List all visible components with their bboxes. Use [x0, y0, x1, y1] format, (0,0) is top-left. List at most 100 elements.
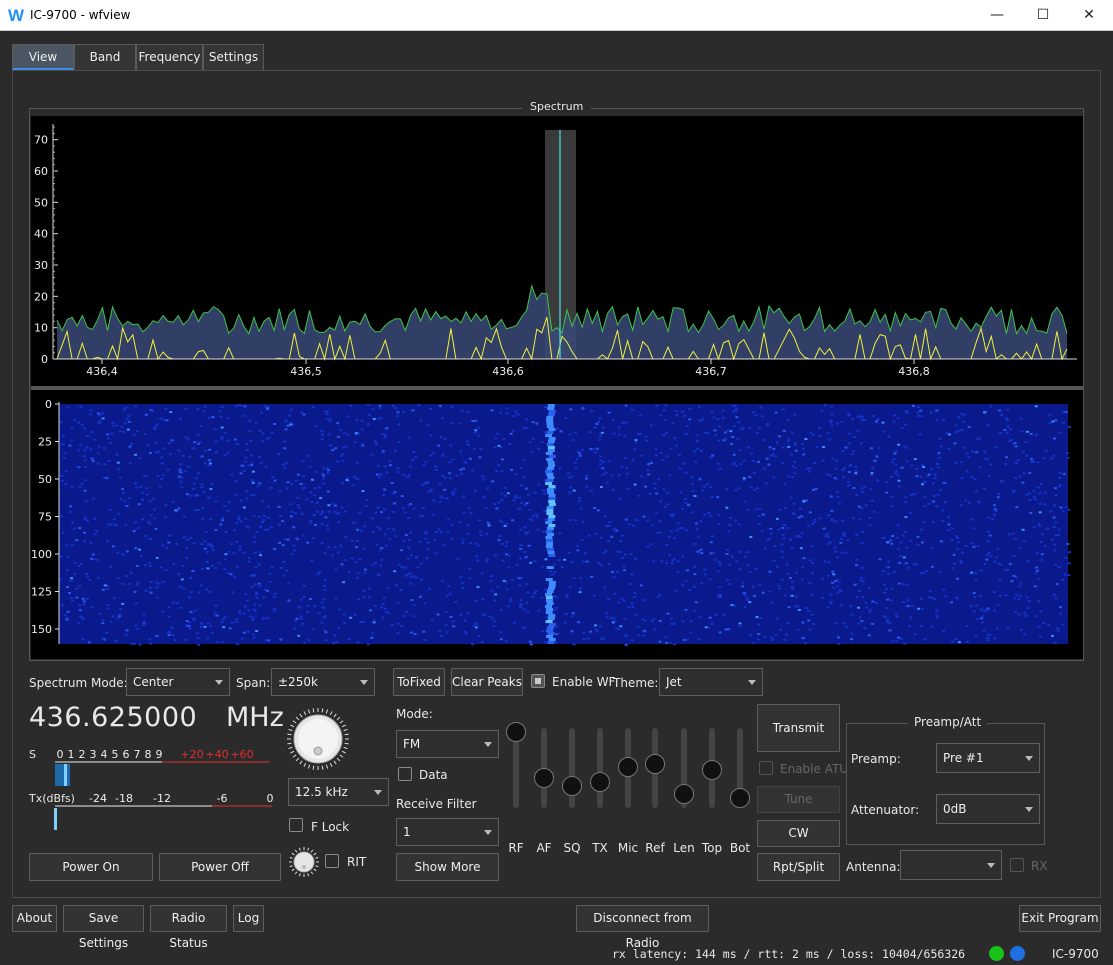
waterfall-pixel — [412, 615, 416, 618]
waterfall-pixel — [691, 483, 695, 486]
waterfall-pixel — [283, 467, 287, 470]
waterfall-pixel — [960, 428, 964, 431]
waterfall-pixel — [98, 612, 102, 615]
rit-knob-icon[interactable] — [288, 846, 320, 878]
about-button[interactable]: About — [12, 905, 57, 932]
waterfall-pixel — [698, 476, 702, 479]
waterfall-pixel — [204, 449, 207, 452]
signal-trace — [547, 491, 555, 494]
flock-checkbox[interactable] — [289, 818, 303, 832]
theme-select[interactable]: Jet — [659, 668, 763, 696]
attenuator-select[interactable]: 0dB — [936, 794, 1040, 824]
mode-select[interactable]: FM — [396, 730, 499, 758]
rit-checkbox[interactable] — [325, 854, 339, 868]
waterfall-pixel — [420, 578, 423, 581]
waterfall-pixel — [148, 586, 152, 589]
slider-handle-ref[interactable] — [645, 754, 665, 774]
waterfall-pixel — [639, 414, 643, 417]
antenna-select[interactable] — [900, 850, 1002, 880]
show-more-button[interactable]: Show More — [396, 853, 499, 881]
waterfall-pixel — [746, 564, 750, 567]
waterfall-pixel — [850, 453, 854, 456]
knob-tick — [321, 765, 324, 770]
rx-antenna-checkbox[interactable] — [1010, 858, 1024, 872]
waterfall-pixel — [1054, 521, 1058, 524]
tofixed-button[interactable]: ToFixed — [393, 668, 445, 696]
disconnect-button[interactable]: Disconnect from Radio — [576, 905, 709, 950]
waterfall-pixel — [673, 622, 677, 625]
enable-wf-checkbox[interactable] — [531, 674, 545, 688]
signal-trace — [545, 530, 553, 533]
cw-button[interactable]: CW — [757, 820, 840, 847]
waterfall-pixel — [182, 515, 186, 518]
save-settings-button[interactable]: Save Settings — [63, 905, 144, 950]
close-icon[interactable]: ✕ — [1074, 4, 1104, 26]
waterfall-pixel — [649, 543, 653, 546]
waterfall-pixel — [323, 552, 327, 555]
rpt-split-button[interactable]: Rpt/Split — [757, 853, 840, 881]
log-button[interactable]: Log — [233, 905, 264, 932]
waterfall-pixel — [691, 489, 695, 492]
slider-handle-rf[interactable] — [506, 722, 526, 742]
waterfall-pixel — [783, 524, 786, 526]
slider-label-sq: SQ — [563, 841, 581, 855]
waterfall-pixel — [238, 548, 242, 551]
data-checkbox[interactable] — [398, 767, 412, 781]
waterfall-pixel — [235, 618, 239, 621]
tab-band[interactable]: Band — [74, 44, 136, 71]
waterfall-pixel — [91, 460, 95, 463]
tab-settings[interactable]: Settings — [203, 44, 264, 71]
radio-status-button[interactable]: Radio Status — [150, 905, 227, 950]
clear-peaks-button[interactable]: Clear Peaks — [451, 668, 523, 696]
transmit-button[interactable]: Transmit — [757, 704, 840, 752]
span-select[interactable]: ±250k — [271, 668, 375, 696]
waterfall-pixel — [534, 590, 538, 592]
waterfall-pixel — [1038, 635, 1042, 638]
tuning-step-select[interactable]: 12.5 kHz — [288, 778, 389, 806]
waterfall-pixel — [155, 423, 159, 426]
waterfall-pixel — [798, 507, 802, 510]
waterfall-pixel — [482, 496, 486, 499]
tab-frequency[interactable]: Frequency — [136, 44, 203, 71]
maximize-icon[interactable]: ☐ — [1028, 4, 1058, 26]
tab-view[interactable]: View — [12, 44, 74, 71]
receive-filter-select[interactable]: 1 — [396, 818, 499, 846]
waterfall-pixel — [347, 638, 351, 640]
waterfall-pixel — [246, 599, 249, 602]
waterfall-pixel — [160, 417, 164, 420]
waterfall-pixel — [401, 507, 405, 510]
waterfall-pixel — [188, 455, 192, 458]
waterfall-pixel — [208, 590, 212, 593]
waterfall-pixel — [1044, 449, 1048, 452]
waterfall-pixel — [374, 561, 378, 564]
waterfall-pixel — [577, 452, 581, 455]
waterfall-pixel — [102, 447, 106, 450]
tuning-knob-icon[interactable] — [286, 707, 350, 771]
slider-label-bot: Bot — [729, 841, 751, 855]
power-off-button[interactable]: Power Off — [159, 853, 281, 881]
exit-program-button[interactable]: Exit Program — [1019, 905, 1101, 932]
waterfall-pixel — [244, 460, 247, 463]
waterfall-pixel — [506, 492, 510, 495]
minimize-icon[interactable]: — — [982, 4, 1012, 26]
waterfall-pixel — [155, 586, 159, 589]
tune-button[interactable]: Tune — [757, 786, 840, 813]
frequency-display[interactable]: 436.625000 — [29, 702, 197, 733]
waterfall-pixel — [844, 551, 848, 554]
waterfall-pixel — [951, 640, 955, 643]
waterfall-pixel — [709, 541, 713, 544]
spectrum-plot[interactable]: 70 60 50 40 30 20 10 0 436,4 436,5 436,6 436,7 436,8 — [31, 116, 1083, 386]
waterfall-pixel — [363, 568, 367, 571]
enable-atu-checkbox[interactable] — [759, 761, 773, 775]
waterfall-plot[interactable]: 0 25 50 75 100 125 150 — [31, 390, 1083, 659]
preamp-select[interactable]: Pre #1 — [936, 743, 1040, 773]
s-meter-bar — [55, 764, 71, 786]
power-on-button[interactable]: Power On — [29, 853, 153, 881]
waterfall-pixel — [221, 519, 225, 522]
waterfall-pixel — [568, 433, 572, 436]
slider-tx[interactable] — [597, 728, 603, 808]
waterfall-pixel — [763, 547, 767, 550]
waterfall-pixel — [881, 421, 885, 424]
spectrum-mode-select[interactable]: Center — [126, 668, 230, 696]
waterfall-pixel — [477, 434, 481, 437]
